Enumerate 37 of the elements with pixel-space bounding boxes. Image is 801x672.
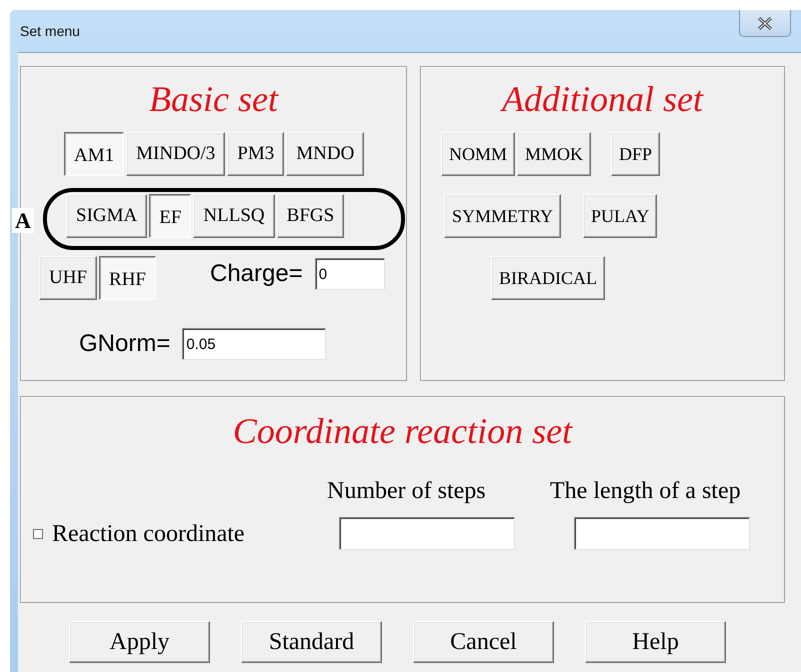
checkbox-label: Reaction coordinate: [52, 520, 245, 548]
option-button[interactable]: PULAY: [583, 194, 658, 238]
dialog-button[interactable]: Apply: [69, 621, 210, 663]
option-button[interactable]: BIRADICAL: [491, 256, 605, 300]
toggle-button[interactable]: RHF: [99, 256, 156, 300]
field-label: GNorm=: [79, 330, 170, 358]
annotation-label: A: [12, 208, 34, 233]
column-label: Number of steps: [327, 477, 487, 505]
close-button[interactable]: [739, 10, 791, 37]
toggle-button[interactable]: MNDO: [286, 132, 364, 176]
input-field[interactable]: [574, 517, 750, 550]
column-label: The length of a step: [550, 477, 742, 505]
toggle-button[interactable]: EF: [149, 194, 192, 238]
section-title: Basic set: [148, 79, 280, 119]
input-field[interactable]: 0: [314, 258, 385, 290]
toggle-button[interactable]: UHF: [39, 256, 98, 300]
close-icon: [757, 16, 773, 30]
section-title: Additional set: [499, 79, 705, 119]
input-field[interactable]: 0.05: [182, 328, 326, 360]
dialog-button[interactable]: Cancel: [413, 621, 554, 663]
option-button[interactable]: NOMM: [441, 132, 516, 176]
window-title: Set menu: [20, 23, 80, 39]
option-button[interactable]: MMOK: [517, 132, 592, 176]
toggle-button[interactable]: BFGS: [276, 194, 344, 238]
option-button[interactable]: DFP: [611, 132, 660, 176]
toggle-button[interactable]: SIGMA: [66, 194, 148, 238]
option-button[interactable]: SYMMETRY: [444, 194, 562, 238]
dialog-button[interactable]: Standard: [241, 621, 382, 663]
section-title: Coordinate reaction set: [232, 411, 574, 451]
checkbox[interactable]: [33, 528, 43, 538]
toggle-button[interactable]: PM3: [227, 132, 284, 176]
field-label: Charge=: [210, 260, 303, 288]
toggle-button[interactable]: AM1: [64, 132, 124, 176]
toggle-button[interactable]: NLLSQ: [193, 194, 275, 238]
dialog-button[interactable]: Help: [585, 621, 726, 663]
input-field[interactable]: [339, 517, 515, 550]
toggle-button[interactable]: MINDO/3: [126, 132, 226, 176]
